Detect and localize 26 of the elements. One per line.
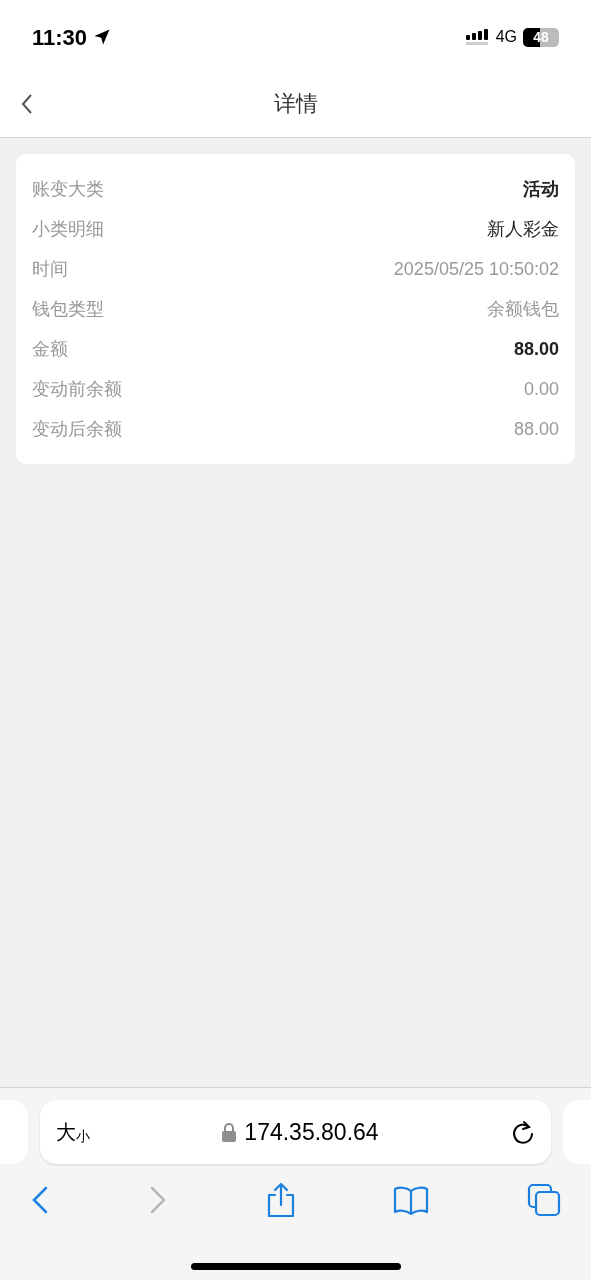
detail-value: 新人彩金 bbox=[487, 217, 559, 241]
reload-icon[interactable] bbox=[511, 1119, 535, 1145]
detail-label: 变动后余额 bbox=[32, 417, 122, 441]
detail-value: 88.00 bbox=[513, 417, 559, 441]
location-arrow-icon bbox=[93, 28, 112, 46]
detail-value: 0.00 bbox=[523, 377, 559, 401]
detail-label: 时间 bbox=[32, 257, 68, 281]
status-time: 11:30 bbox=[32, 23, 88, 52]
signal-icon bbox=[465, 29, 490, 45]
page-title: 详情 bbox=[273, 90, 318, 118]
detail-label: 钱包类型 bbox=[32, 297, 104, 321]
book-icon[interactable] bbox=[393, 1185, 430, 1215]
detail-value: 2025/05/25 10:50:02 bbox=[393, 257, 559, 281]
tabs-icon[interactable] bbox=[527, 1183, 561, 1217]
detail-label: 小类明细 bbox=[32, 217, 104, 241]
detail-value: 88.00 bbox=[513, 337, 559, 361]
chevron-left-icon bbox=[20, 92, 34, 115]
detail-value: 活动 bbox=[523, 177, 559, 201]
detail-value: 余额钱包 bbox=[487, 297, 559, 321]
lock-icon bbox=[222, 1122, 237, 1142]
detail-label: 变动前余额 bbox=[32, 377, 122, 401]
detail-label: 金额 bbox=[32, 337, 68, 361]
share-icon[interactable] bbox=[265, 1182, 296, 1218]
detail-label: 账变大类 bbox=[32, 177, 104, 201]
url-text: 174.35.80.64 bbox=[244, 1117, 379, 1147]
network-type: 4G bbox=[495, 27, 517, 47]
